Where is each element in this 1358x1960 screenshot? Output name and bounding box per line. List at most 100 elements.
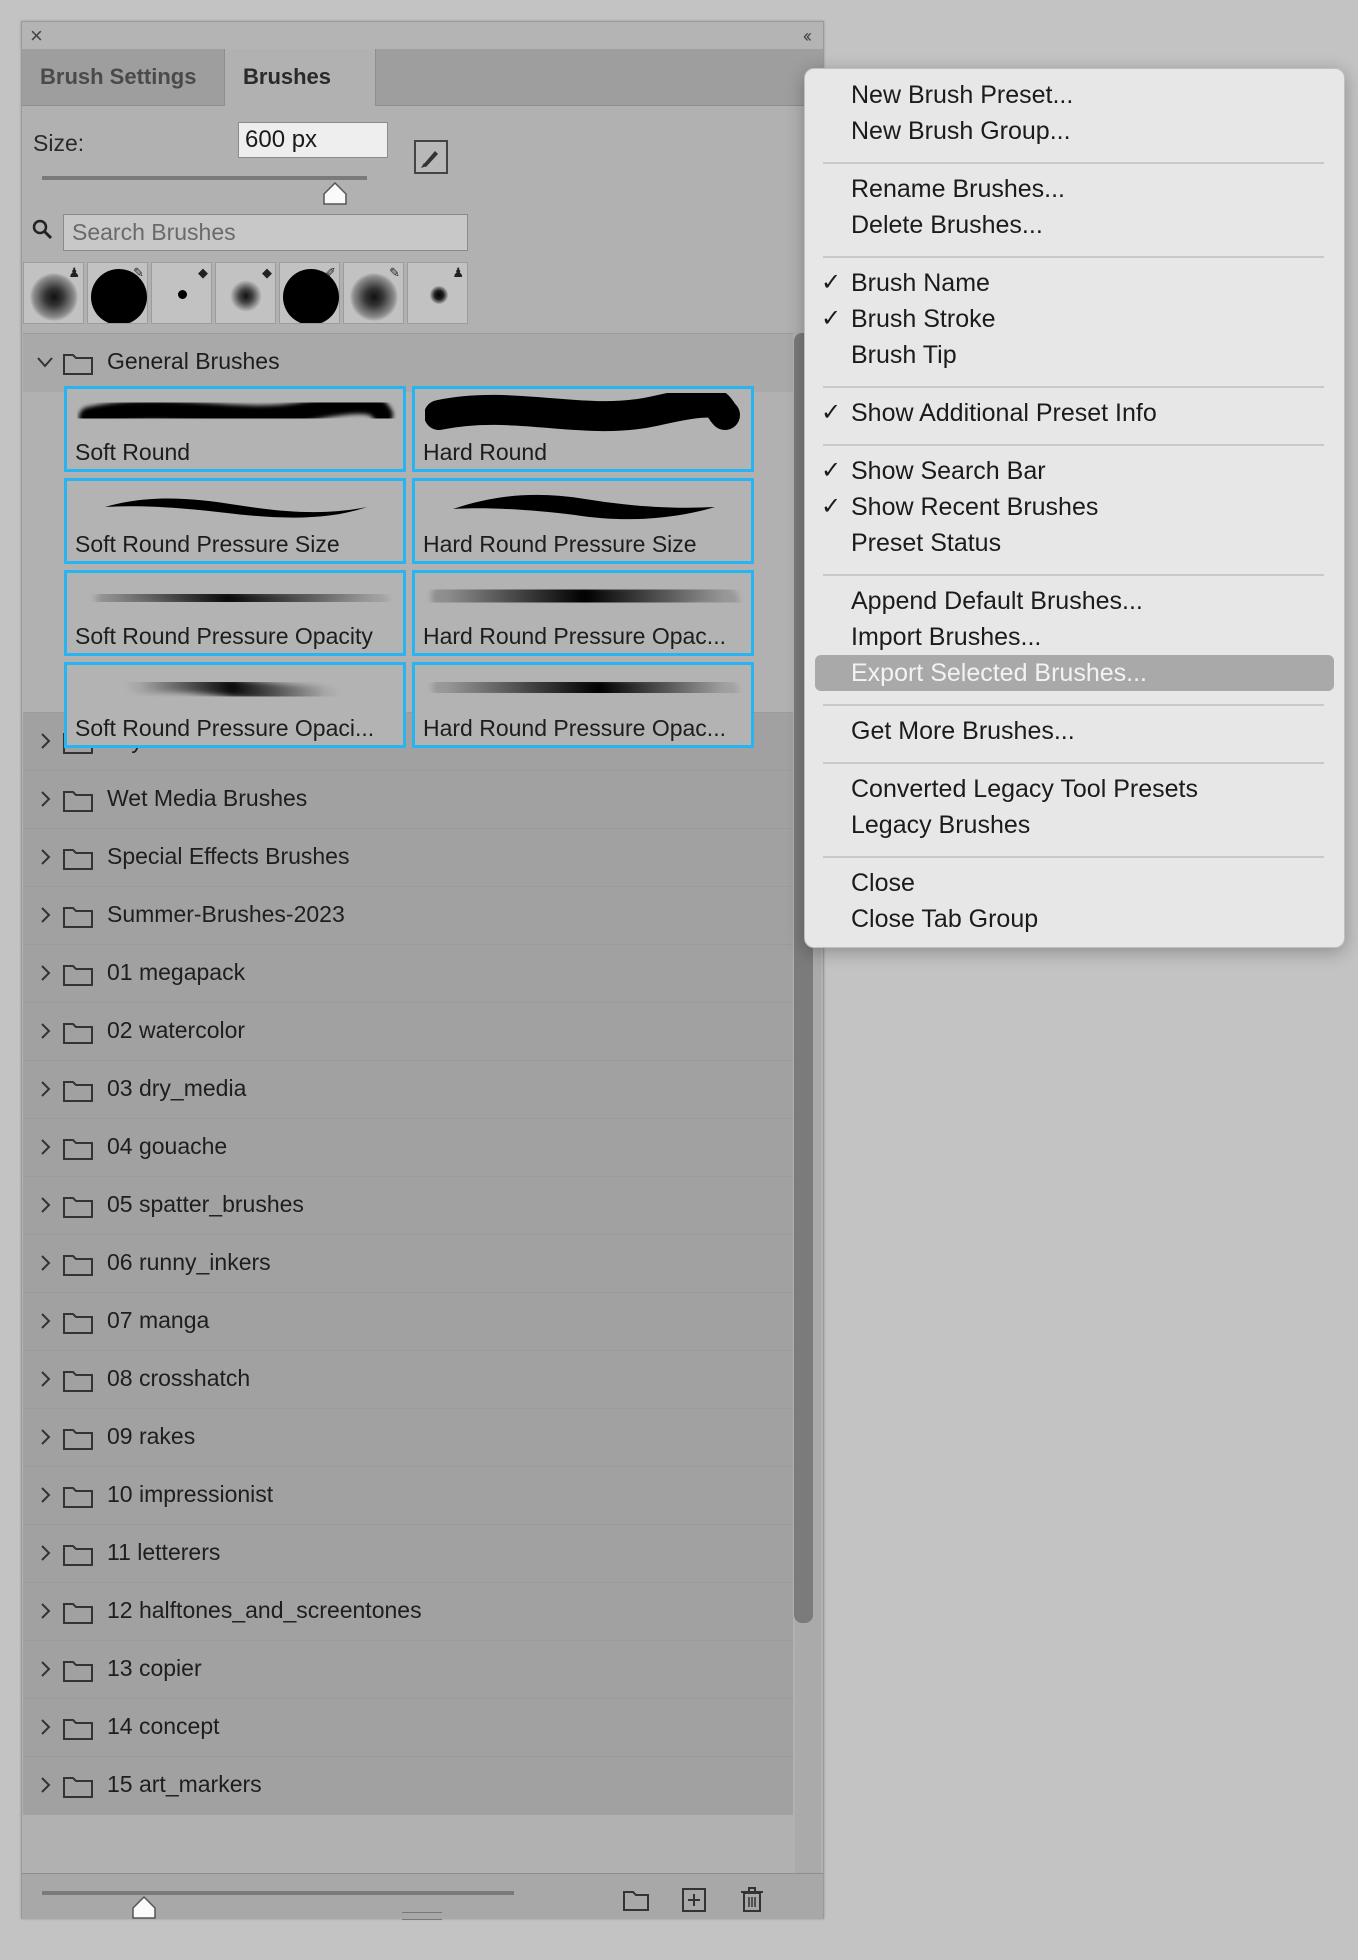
trash-icon[interactable] <box>738 1886 766 1914</box>
collapse-icon[interactable]: ‹‹ <box>803 22 812 50</box>
brush-stroke-preview <box>105 498 367 518</box>
group-row[interactable]: 15 art_markers <box>23 1756 793 1815</box>
size-field[interactable] <box>238 122 388 158</box>
menu-item[interactable]: ✓ Show Recent Brushes <box>805 489 1344 525</box>
menu-item[interactable]: Converted Legacy Tool Presets <box>805 771 1344 807</box>
new-brush-icon[interactable] <box>680 1886 708 1914</box>
chevron-right-icon[interactable] <box>36 732 54 750</box>
group-row[interactable]: 07 manga <box>23 1292 793 1351</box>
group-row[interactable]: 14 concept <box>23 1698 793 1757</box>
brush-preset[interactable]: Hard Round Pressure Opac... <box>412 570 754 656</box>
recent-brush[interactable]: ✎ <box>343 262 404 324</box>
menu-item[interactable]: Rename Brushes... <box>805 171 1344 207</box>
chevron-right-icon[interactable] <box>36 1312 54 1330</box>
menu-item[interactable]: New Brush Preset... <box>805 77 1344 113</box>
recent-brush[interactable]: ◆ <box>151 262 212 324</box>
chevron-right-icon[interactable] <box>36 790 54 808</box>
menu-item[interactable]: Export Selected Brushes... <box>815 655 1334 691</box>
tab-brushes[interactable]: Brushes <box>224 49 376 106</box>
chevron-right-icon[interactable] <box>36 1370 54 1388</box>
menu-item[interactable]: New Brush Group... <box>805 113 1344 149</box>
chevron-right-icon[interactable] <box>36 1486 54 1504</box>
recent-brush[interactable]: ♟ <box>23 262 84 324</box>
checkmark-icon: ✓ <box>821 399 842 426</box>
chevron-right-icon[interactable] <box>36 848 54 866</box>
group-row[interactable]: Special Effects Brushes <box>23 828 793 887</box>
group-row[interactable]: 11 letterers <box>23 1524 793 1583</box>
recent-brush[interactable]: ✎ <box>87 262 148 324</box>
recent-brush[interactable]: ♟ <box>407 262 468 324</box>
menu-item[interactable]: Import Brushes... <box>805 619 1344 655</box>
menu-item[interactable]: Close <box>805 865 1344 901</box>
preview-size-slider-thumb[interactable] <box>132 1896 156 1920</box>
folder-icon <box>63 1255 93 1276</box>
brush-preset[interactable]: Hard Round Pressure Size <box>412 478 754 564</box>
group-row[interactable]: 02 watercolor <box>23 1002 793 1061</box>
chevron-right-icon[interactable] <box>36 1080 54 1098</box>
menu-item[interactable]: Delete Brushes... <box>805 207 1344 243</box>
menu-item[interactable]: Append Default Brushes... <box>805 583 1344 619</box>
group-row[interactable]: 10 impressionist <box>23 1466 793 1525</box>
group-row[interactable]: Summer-Brushes-2023 <box>23 886 793 945</box>
chevron-right-icon[interactable] <box>36 1544 54 1562</box>
menu-item-label: Show Search Bar <box>851 457 1046 485</box>
menu-separator <box>823 704 1324 706</box>
group-general-brushes[interactable]: General Brushes <box>23 333 793 392</box>
brush-preset[interactable]: Soft Round <box>64 386 406 472</box>
checkmark-icon: ✓ <box>821 269 842 296</box>
brush-preset[interactable]: Hard Round Pressure Opac... <box>412 662 754 748</box>
group-row[interactable]: 12 halftones_and_screentones <box>23 1582 793 1641</box>
menu-item[interactable]: ✓ Brush Name <box>805 265 1344 301</box>
brush-preset[interactable]: Soft Round Pressure Opacity <box>64 570 406 656</box>
chevron-down-icon[interactable] <box>36 353 54 371</box>
menu-item[interactable]: ✓ Show Additional Preset Info <box>805 395 1344 431</box>
search-input[interactable] <box>63 214 468 251</box>
brush-preset[interactable]: Hard Round <box>412 386 754 472</box>
tab-brush-settings[interactable]: Brush Settings <box>22 49 243 105</box>
size-slider-track[interactable] <box>42 176 367 180</box>
close-icon[interactable]: × <box>30 22 43 50</box>
chevron-right-icon[interactable] <box>36 1718 54 1736</box>
group-row[interactable]: 08 crosshatch <box>23 1350 793 1409</box>
group-row[interactable]: 04 gouache <box>23 1118 793 1177</box>
chevron-right-icon[interactable] <box>36 1776 54 1794</box>
recent-brush[interactable]: ✐ <box>279 262 340 324</box>
chevron-right-icon[interactable] <box>36 1022 54 1040</box>
group-row[interactable]: 01 megapack <box>23 944 793 1003</box>
brush-preset[interactable]: Soft Round Pressure Size <box>64 478 406 564</box>
resize-grip[interactable] <box>402 1912 442 1920</box>
menu-item[interactable]: Get More Brushes... <box>805 713 1344 749</box>
menu-item[interactable]: Legacy Brushes <box>805 807 1344 843</box>
chevron-right-icon[interactable] <box>36 1196 54 1214</box>
chevron-right-icon[interactable] <box>36 1254 54 1272</box>
brush-stroke-preview <box>96 584 388 612</box>
menu-item[interactable]: Brush Tip <box>805 337 1344 373</box>
chevron-right-icon[interactable] <box>36 964 54 982</box>
stamp-icon: ♟ <box>68 265 80 280</box>
brush-settings-toggle-button[interactable] <box>414 140 448 174</box>
brush-stroke-preview <box>425 393 740 432</box>
brush-preset[interactable]: Soft Round Pressure Opaci... <box>64 662 406 748</box>
group-row[interactable]: 09 rakes <box>23 1408 793 1467</box>
menu-item[interactable]: Close Tab Group <box>805 901 1344 937</box>
menu-item[interactable]: Preset Status <box>805 525 1344 561</box>
new-group-folder-icon[interactable] <box>622 1886 650 1914</box>
menu-item[interactable]: ✓ Brush Stroke <box>805 301 1344 337</box>
group-row[interactable]: Wet Media Brushes <box>23 770 793 829</box>
chevron-right-icon[interactable] <box>36 1660 54 1678</box>
chevron-right-icon[interactable] <box>36 1138 54 1156</box>
menu-item[interactable]: ✓ Show Search Bar <box>805 453 1344 489</box>
group-row[interactable]: 05 spatter_brushes <box>23 1176 793 1235</box>
preview-size-slider-track[interactable] <box>42 1891 514 1895</box>
group-row[interactable]: 13 copier <box>23 1640 793 1699</box>
chevron-right-icon[interactable] <box>36 906 54 924</box>
chevron-right-icon[interactable] <box>36 1602 54 1620</box>
group-label: 09 rakes <box>107 1423 196 1449</box>
checkmark-icon: ✓ <box>821 457 842 484</box>
group-row[interactable]: 06 runny_inkers <box>23 1234 793 1293</box>
group-row[interactable]: 03 dry_media <box>23 1060 793 1119</box>
recent-brush[interactable]: ◆ <box>215 262 276 324</box>
size-slider-thumb[interactable] <box>323 182 347 206</box>
folder-icon <box>63 1081 93 1102</box>
chevron-right-icon[interactable] <box>36 1428 54 1446</box>
